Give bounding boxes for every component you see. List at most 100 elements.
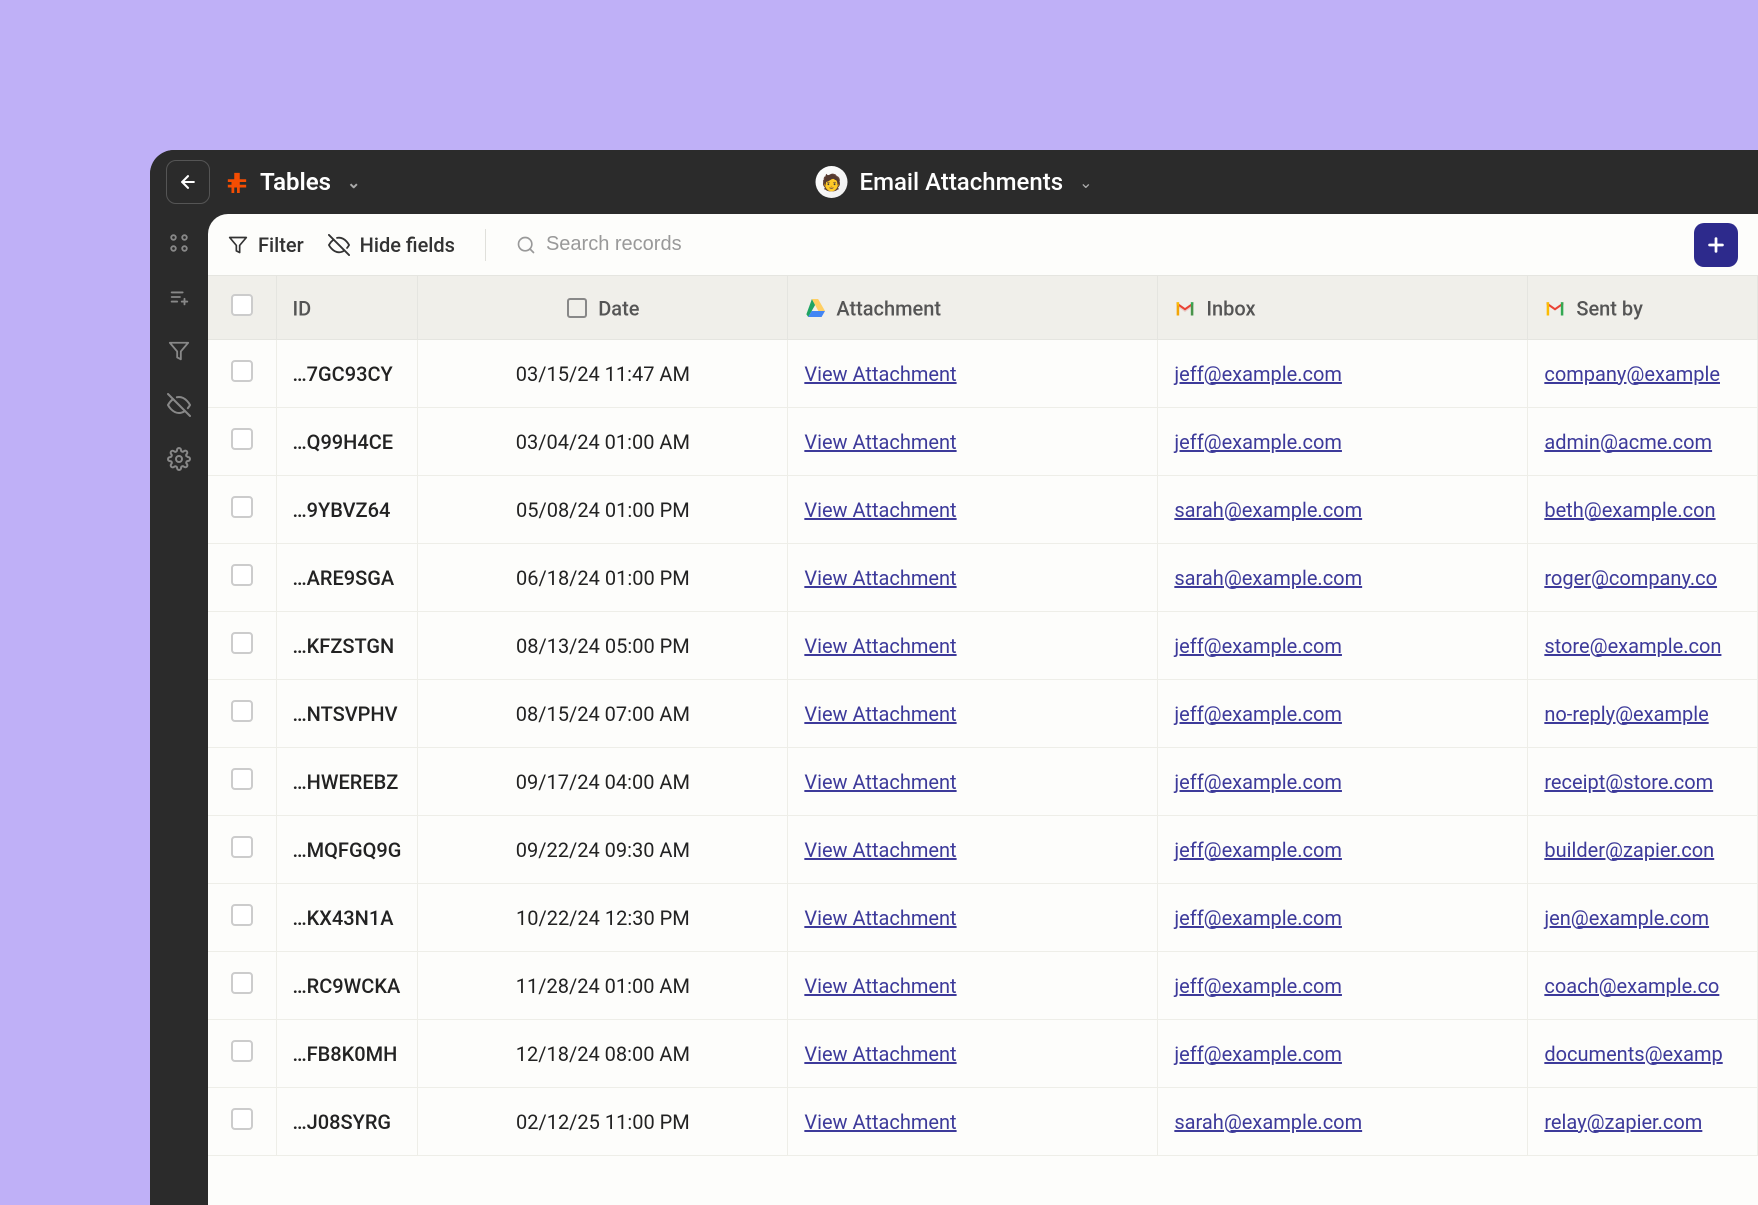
view-attachment-link[interactable]: View Attachment — [804, 1042, 956, 1066]
filter-icon[interactable] — [166, 338, 192, 364]
cell-date: 08/13/24 05:00 PM — [418, 612, 788, 680]
table-row[interactable]: …HWEREBZ 09/17/24 04:00 AM View Attachme… — [208, 748, 1758, 816]
table-row[interactable]: …RC9WCKA 11/28/24 01:00 AM View Attachme… — [208, 952, 1758, 1020]
chevron-down-icon: ⌄ — [1079, 173, 1092, 192]
cell-id: …KFZSTGN — [276, 612, 418, 680]
inbox-link[interactable]: jeff@example.com — [1174, 430, 1342, 454]
table-wrap: ID Date Attachment — [208, 276, 1758, 1205]
settings-icon[interactable] — [166, 446, 192, 472]
col-header-attachment[interactable]: Attachment — [788, 276, 1158, 340]
table-row[interactable]: …9YBVZ64 05/08/24 01:00 PM View Attachme… — [208, 476, 1758, 544]
view-attachment-link[interactable]: View Attachment — [804, 566, 956, 590]
table-row[interactable]: …KX43N1A 10/22/24 12:30 PM View Attachme… — [208, 884, 1758, 952]
table-row[interactable]: …FB8K0MH 12/18/24 08:00 AM View Attachme… — [208, 1020, 1758, 1088]
row-checkbox[interactable] — [231, 700, 253, 722]
inbox-link[interactable]: jeff@example.com — [1174, 974, 1342, 998]
inbox-link[interactable]: jeff@example.com — [1174, 770, 1342, 794]
sent-by-link[interactable]: relay@zapier.com — [1544, 1110, 1702, 1134]
sent-by-link[interactable]: coach@example.co — [1544, 974, 1719, 998]
toolbar: Filter Hide fields — [208, 214, 1758, 276]
table-row[interactable]: …MQFGQ9G 09/22/24 09:30 AM View Attachme… — [208, 816, 1758, 884]
sent-by-link[interactable]: company@example — [1544, 362, 1720, 386]
apps-icon[interactable] — [166, 230, 192, 256]
col-header-id[interactable]: ID — [276, 276, 418, 340]
sent-by-link[interactable]: documents@examp — [1544, 1042, 1722, 1066]
view-attachment-link[interactable]: View Attachment — [804, 702, 956, 726]
view-attachment-link[interactable]: View Attachment — [804, 974, 956, 998]
inbox-link[interactable]: jeff@example.com — [1174, 906, 1342, 930]
row-checkbox[interactable] — [231, 632, 253, 654]
table-row[interactable]: …Q99H4CE 03/04/24 01:00 AM View Attachme… — [208, 408, 1758, 476]
table-title-block[interactable]: 🧑 Email Attachments ⌄ — [816, 166, 1093, 198]
content-panel: Filter Hide fields — [208, 214, 1758, 1205]
col-header-checkbox[interactable] — [208, 276, 276, 340]
sent-by-link[interactable]: store@example.con — [1544, 634, 1721, 658]
row-checkbox[interactable] — [231, 1040, 253, 1062]
inbox-link[interactable]: jeff@example.com — [1174, 362, 1342, 386]
topbar: Tables ⌄ 🧑 Email Attachments ⌄ — [150, 150, 1758, 214]
sent-by-link[interactable]: builder@zapier.con — [1544, 838, 1714, 862]
row-checkbox[interactable] — [231, 836, 253, 858]
hide-fields-button[interactable]: Hide fields — [328, 233, 455, 257]
view-attachment-link[interactable]: View Attachment — [804, 498, 956, 522]
sent-by-link[interactable]: roger@company.co — [1544, 566, 1717, 590]
select-all-checkbox[interactable] — [231, 294, 253, 316]
inbox-link[interactable]: sarah@example.com — [1174, 566, 1362, 590]
hide-icon[interactable] — [166, 392, 192, 418]
gmail-icon — [1544, 297, 1566, 319]
sent-by-link[interactable]: receipt@store.com — [1544, 770, 1713, 794]
view-attachment-link[interactable]: View Attachment — [804, 362, 956, 386]
row-checkbox[interactable] — [231, 1108, 253, 1130]
filter-button[interactable]: Filter — [228, 233, 304, 257]
cell-id: …J08SYRG — [276, 1088, 418, 1156]
sent-by-link[interactable]: beth@example.con — [1544, 498, 1715, 522]
add-record-button[interactable] — [1694, 223, 1738, 267]
row-checkbox[interactable] — [231, 360, 253, 382]
search-input[interactable] — [546, 233, 846, 256]
row-checkbox[interactable] — [231, 496, 253, 518]
table-row[interactable]: …ARE9SGA 06/18/24 01:00 PM View Attachme… — [208, 544, 1758, 612]
row-checkbox[interactable] — [231, 564, 253, 586]
avatar: 🧑 — [816, 166, 848, 198]
records-table: ID Date Attachment — [208, 276, 1758, 1156]
section-title: Tables — [260, 168, 331, 196]
add-filter-icon[interactable] — [166, 284, 192, 310]
table-row[interactable]: …KFZSTGN 08/13/24 05:00 PM View Attachme… — [208, 612, 1758, 680]
arrow-left-icon — [178, 172, 198, 192]
cell-date: 09/17/24 04:00 AM — [418, 748, 788, 816]
back-button[interactable] — [166, 160, 210, 204]
cell-id: …KX43N1A — [276, 884, 418, 952]
view-attachment-link[interactable]: View Attachment — [804, 634, 956, 658]
view-attachment-link[interactable]: View Attachment — [804, 838, 956, 862]
view-attachment-link[interactable]: View Attachment — [804, 1110, 956, 1134]
inbox-link[interactable]: jeff@example.com — [1174, 634, 1342, 658]
view-attachment-link[interactable]: View Attachment — [804, 430, 956, 454]
sent-by-link[interactable]: no-reply@example — [1544, 702, 1708, 726]
row-checkbox[interactable] — [231, 768, 253, 790]
col-header-inbox[interactable]: Inbox — [1158, 276, 1528, 340]
cell-date: 08/15/24 07:00 AM — [418, 680, 788, 748]
row-checkbox[interactable] — [231, 904, 253, 926]
view-attachment-link[interactable]: View Attachment — [804, 770, 956, 794]
app-window: Tables ⌄ 🧑 Email Attachments ⌄ — [150, 150, 1758, 1205]
row-checkbox[interactable] — [231, 972, 253, 994]
inbox-link[interactable]: sarah@example.com — [1174, 1110, 1362, 1134]
col-header-sent-by[interactable]: Sent by — [1528, 276, 1758, 340]
inbox-link[interactable]: jeff@example.com — [1174, 702, 1342, 726]
table-row[interactable]: …7GC93CY 03/15/24 11:47 AM View Attachme… — [208, 340, 1758, 408]
table-row[interactable]: …NTSVPHV 08/15/24 07:00 AM View Attachme… — [208, 680, 1758, 748]
sent-by-link[interactable]: jen@example.com — [1544, 906, 1709, 930]
inbox-link[interactable]: jeff@example.com — [1174, 838, 1342, 862]
cell-date: 03/04/24 01:00 AM — [418, 408, 788, 476]
view-attachment-link[interactable]: View Attachment — [804, 906, 956, 930]
row-checkbox[interactable] — [231, 428, 253, 450]
section-title-block[interactable]: Tables ⌄ — [226, 168, 360, 196]
sent-by-link[interactable]: admin@acme.com — [1544, 430, 1712, 454]
cell-id: …NTSVPHV — [276, 680, 418, 748]
col-header-date[interactable]: Date — [418, 276, 788, 340]
search-box[interactable] — [516, 233, 1670, 256]
calendar-icon — [566, 297, 588, 319]
inbox-link[interactable]: sarah@example.com — [1174, 498, 1362, 522]
inbox-link[interactable]: jeff@example.com — [1174, 1042, 1342, 1066]
table-row[interactable]: …J08SYRG 02/12/25 11:00 PM View Attachme… — [208, 1088, 1758, 1156]
